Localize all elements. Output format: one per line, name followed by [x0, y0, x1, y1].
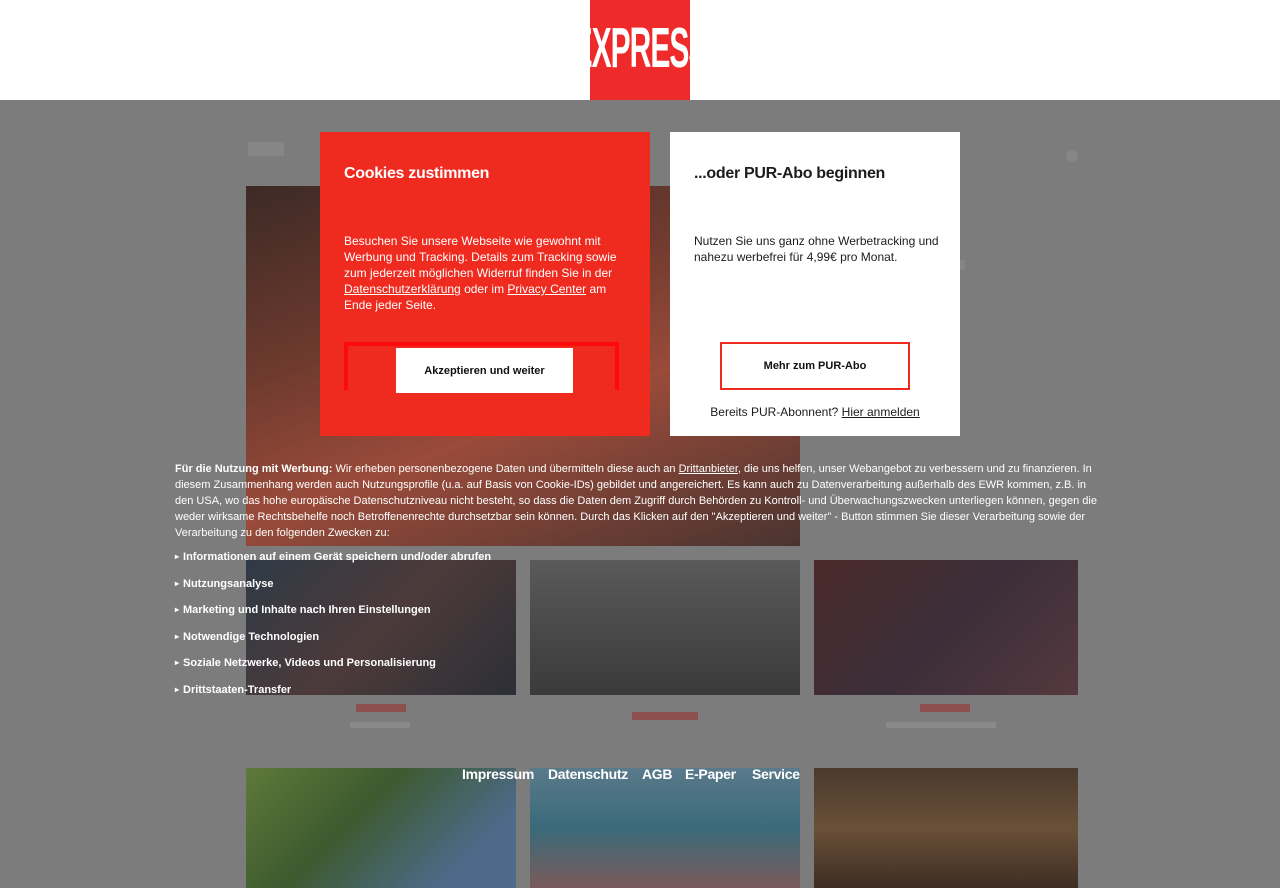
expand-triangle-icon: ▸: [175, 685, 180, 694]
cookie-panel-title: Cookies zustimmen: [344, 165, 490, 182]
impressum-link[interactable]: Impressum: [462, 766, 534, 782]
site-header: EXPRESS: [0, 0, 1280, 100]
background-section-label: [248, 142, 284, 156]
privacy-center-link[interactable]: Privacy Center: [507, 282, 586, 296]
consent-info-lead: Für die Nutzung mit Werbung:: [175, 463, 333, 475]
pur-login-prefix: Bereits PUR-Abonnent?: [710, 405, 842, 419]
cookie-consent-panel: Cookies zustimmen Besuchen Sie unsere We…: [320, 132, 650, 436]
background-teaser-image: [814, 560, 1078, 695]
purpose-item-necessary-tech[interactable]: ▸ Notwendige Technologien: [175, 631, 319, 643]
consent-info-text: Für die Nutzung mit Werbung: Wir erheben…: [175, 461, 1105, 541]
purpose-item-usage-analysis[interactable]: ▸ Nutzungsanalyse: [175, 578, 273, 590]
background-teaser-image: [530, 768, 800, 888]
purpose-label: Drittstaaten-Transfer: [183, 684, 292, 696]
expand-triangle-icon: ▸: [175, 605, 180, 614]
purpose-item-marketing[interactable]: ▸ Marketing und Inhalte nach Ihren Einste…: [175, 604, 431, 616]
background-icon: [1066, 150, 1078, 162]
background-teaser-headline: [886, 722, 996, 728]
datenschutz-link[interactable]: Datenschutz: [548, 766, 628, 782]
pur-login-line: Bereits PUR-Abonnent? Hier anmelden: [670, 405, 960, 419]
cookie-text-part: oder im: [460, 282, 508, 296]
consent-footer-links: Impressum Datenschutz AGB E-Paper Servic…: [0, 766, 1280, 786]
third-party-link[interactable]: Drittanbieter: [679, 463, 738, 475]
express-logo[interactable]: EXPRESS: [573, 0, 708, 100]
agb-link[interactable]: AGB: [642, 766, 673, 782]
pur-panel-text: Nutzen Sie uns ganz ohne Werbetracking u…: [694, 234, 939, 264]
purpose-item-device-storage[interactable]: ▸ Informationen auf einem Gerät speichern…: [175, 551, 491, 563]
accept-and-continue-button[interactable]: Akzeptieren und weiter: [396, 348, 573, 393]
purpose-label: Nutzungsanalyse: [183, 578, 274, 590]
expand-triangle-icon: ▸: [175, 632, 180, 641]
logo-text: EXPRESS: [572, 17, 709, 81]
purpose-item-social[interactable]: ▸ Soziale Netzwerke, Videos und Personali…: [175, 657, 436, 669]
background-teaser-image: [814, 768, 1078, 888]
purpose-label: Soziale Netzwerke, Videos und Personalis…: [183, 657, 436, 669]
pur-abo-more-button[interactable]: Mehr zum PUR-Abo: [720, 342, 910, 390]
background-teaser-kicker: [920, 704, 970, 712]
pur-subscription-panel: ...oder PUR-Abo beginnen Nutzen Sie uns …: [670, 132, 960, 436]
background-teaser-image: [246, 560, 516, 695]
expand-triangle-icon: ▸: [175, 552, 180, 561]
service-link[interactable]: Service: [752, 766, 800, 782]
cookie-text-part: Besuchen Sie unsere Webseite wie gewohnt…: [344, 234, 617, 280]
cookie-panel-text: Besuchen Sie unsere Webseite wie gewohnt…: [344, 233, 620, 313]
consent-info-part: Wir erheben personenbezogene Daten und ü…: [332, 463, 679, 475]
background-teaser-image: [530, 560, 800, 695]
purpose-label: Marketing und Inhalte nach Ihren Einstel…: [183, 604, 431, 616]
background-teaser-kicker: [356, 704, 406, 712]
purpose-label: Informationen auf einem Gerät speichern …: [183, 551, 492, 563]
expand-triangle-icon: ▸: [175, 658, 180, 667]
privacy-policy-link[interactable]: Datenschutzerklärung: [344, 282, 461, 296]
purpose-item-third-country[interactable]: ▸ Drittstaaten-Transfer: [175, 684, 291, 696]
purpose-label: Notwendige Technologien: [183, 631, 320, 643]
background-teaser-headline: [350, 722, 410, 728]
expand-triangle-icon: ▸: [175, 579, 180, 588]
background-teaser-kicker: [632, 712, 698, 720]
pur-panel-title: ...oder PUR-Abo beginnen: [694, 165, 886, 182]
pur-login-link[interactable]: Hier anmelden: [842, 405, 920, 419]
background-teaser-image: [246, 768, 516, 888]
epaper-link[interactable]: E-Paper: [685, 766, 736, 782]
